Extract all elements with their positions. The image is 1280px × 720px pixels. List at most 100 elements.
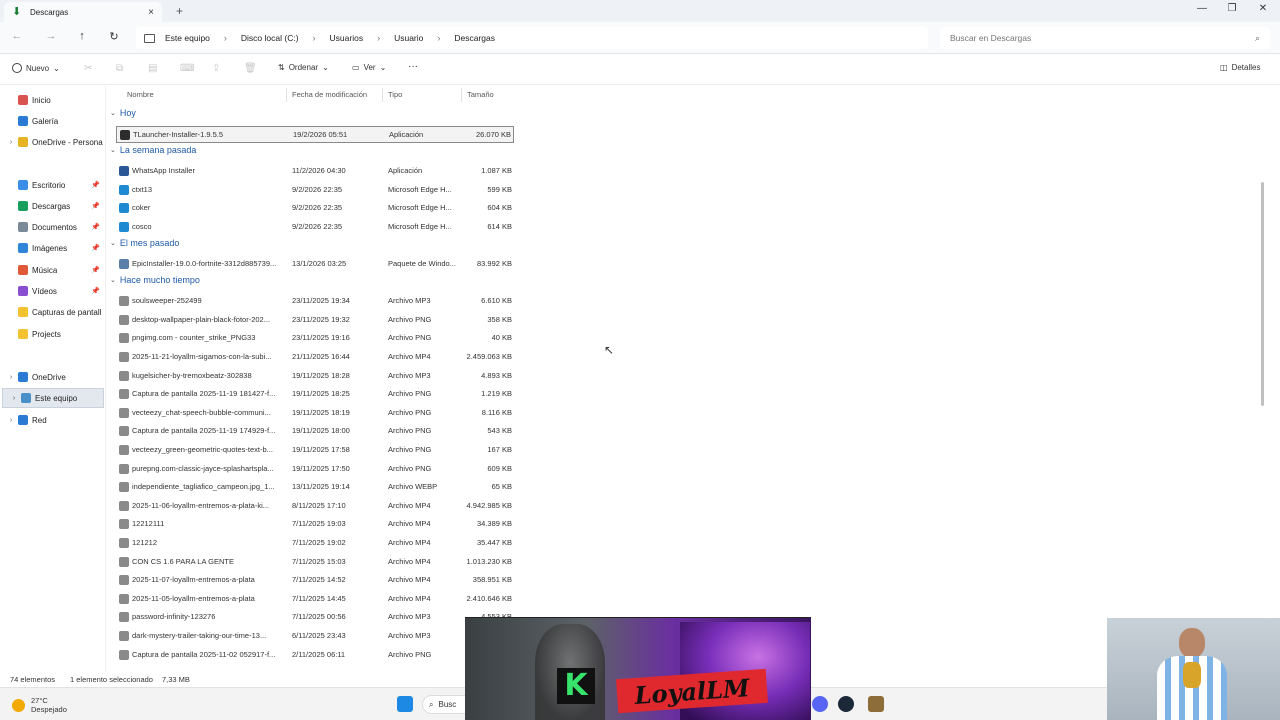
column-header-date[interactable]: Fecha de modificación — [292, 90, 367, 99]
file-row[interactable]: EpicInstaller-19.0.0-fortnite-3312d88573… — [116, 256, 514, 273]
column-header-size[interactable]: Tamaño — [467, 90, 494, 99]
breadcrumb[interactable]: Este equipo › Disco local (C:) › Usuario… — [136, 27, 928, 49]
search-icon[interactable]: ⌕ — [1255, 33, 1260, 44]
sidebar-item-videos[interactable]: Vídeos 📌 — [0, 281, 106, 301]
chevron-down-icon[interactable]: ⌄ — [110, 239, 116, 247]
file-row[interactable]: 2025-11-06-loyallm-entremos-a-plata-ki..… — [116, 498, 514, 515]
breadcrumb-item[interactable]: Este equipo — [165, 33, 210, 43]
forward-button[interactable]: → — [44, 30, 58, 42]
copy-icon[interactable]: ⧉ — [116, 63, 123, 74]
column-divider[interactable] — [382, 88, 383, 102]
column-header-name[interactable]: Nombre — [127, 90, 154, 99]
file-row[interactable]: Captura de pantalla 2025-11-19 181427-f.… — [116, 386, 514, 403]
sidebar-item-red[interactable]: › Red — [0, 410, 106, 430]
file-row[interactable]: desktop-wallpaper-plain-black-fotor-202.… — [116, 312, 514, 329]
back-button[interactable]: ← — [10, 30, 24, 42]
sidebar-item-onedrive-personal[interactable]: › OneDrive - Persona — [0, 132, 106, 152]
details-button[interactable]: ◫ Detalles — [1220, 63, 1260, 72]
file-row[interactable]: kugelsicher-by-tremoxbeatz-302838 19/11/2… — [116, 368, 514, 385]
file-row[interactable]: pngimg.com - counter_strike_PNG33 23/11/2… — [116, 330, 514, 347]
chevron-down-icon[interactable]: ⌄ — [110, 146, 116, 154]
chevron-right-icon[interactable]: › — [6, 374, 16, 381]
sidebar-item-capturas[interactable]: Capturas de pantall — [0, 302, 106, 322]
chevron-right-icon[interactable]: › — [6, 139, 16, 146]
pin-icon[interactable]: 📌 — [91, 181, 100, 189]
group-header[interactable]: ⌄ Hace mucho tiempo — [110, 275, 200, 285]
file-row[interactable]: ctxt13 9/2/2026 22:35 Microsoft Edge H... 5… — [116, 182, 514, 199]
file-row[interactable]: 2025-11-05-loyallm-entremos-a-plata 7/11/… — [116, 591, 514, 608]
group-header[interactable]: ⌄ El mes pasado — [110, 238, 179, 248]
minimize-button[interactable]: — — [1194, 3, 1210, 14]
file-row[interactable]: vecteezy_green-geometric-quotes-text-b..… — [116, 442, 514, 459]
file-row[interactable]: password-infinity-123276 7/11/2025 00:56 A… — [116, 609, 514, 626]
chevron-down-icon[interactable]: ⌄ — [110, 109, 116, 117]
tab-close-icon[interactable]: × — [148, 7, 154, 18]
search-box[interactable]: ⌕ — [940, 27, 1270, 49]
steam-icon[interactable] — [838, 696, 854, 712]
file-row[interactable]: coker 9/2/2026 22:35 Microsoft Edge H... 60… — [116, 200, 514, 217]
vertical-scrollbar[interactable] — [1261, 182, 1264, 406]
chevron-right-icon[interactable]: › — [9, 395, 19, 402]
column-divider[interactable] — [286, 88, 287, 102]
sidebar-item-este-equipo[interactable]: › Este equipo — [2, 388, 104, 408]
chevron-right-icon[interactable]: › — [6, 417, 16, 424]
pin-icon[interactable]: 📌 — [91, 244, 100, 252]
share-icon[interactable]: ⇪ — [212, 63, 220, 74]
breadcrumb-separator[interactable]: › — [224, 33, 227, 43]
view-button[interactable]: ▭ Ver ⌄ — [352, 63, 386, 72]
group-header[interactable]: ⌄ Hoy — [110, 108, 136, 118]
chevron-down-icon[interactable]: ⌄ — [110, 276, 116, 284]
more-options-button[interactable]: ··· — [408, 61, 418, 72]
cut-icon[interactable]: ✂ — [84, 63, 92, 74]
file-row[interactable]: cosco 9/2/2026 22:35 Microsoft Edge H... 61… — [116, 219, 514, 236]
file-row[interactable]: 2025-11-07-loyallm-entremos-a-plata 7/11/… — [116, 572, 514, 589]
sidebar-item-galeria[interactable]: Galería — [0, 111, 106, 131]
breadcrumb-separator[interactable]: › — [377, 33, 380, 43]
close-window-button[interactable]: ✕ — [1255, 3, 1271, 14]
sidebar-item-escritorio[interactable]: Escritorio 📌 — [0, 175, 106, 195]
file-row[interactable]: purepng.com-classic-jayce-splashartspla.… — [116, 461, 514, 478]
sidebar-item-projects[interactable]: Projects — [0, 324, 106, 344]
column-divider[interactable] — [461, 88, 462, 102]
pin-icon[interactable]: 📌 — [91, 223, 100, 231]
file-row[interactable]: 121212 7/11/2025 19:02 Archivo MP4 35.447 K… — [116, 535, 514, 552]
sidebar-item-onedrive[interactable]: › OneDrive — [0, 367, 106, 387]
search-input[interactable] — [950, 33, 1255, 43]
new-button[interactable]: Nuevo ⌄ — [12, 63, 60, 73]
new-tab-button[interactable]: + — [176, 4, 183, 18]
up-button[interactable]: ↑ — [75, 30, 89, 42]
sidebar-item-documentos[interactable]: Documentos 📌 — [0, 217, 106, 237]
pin-icon[interactable]: 📌 — [91, 287, 100, 295]
maximize-button[interactable]: ❐ — [1224, 3, 1240, 14]
file-row[interactable]: Captura de pantalla 2025-11-02 052917-f.… — [116, 647, 514, 664]
file-row[interactable]: independiente_tagliafico_campeon.jpg_1..… — [116, 479, 514, 496]
sidebar-item-inicio[interactable]: Inicio — [0, 90, 106, 110]
delete-icon[interactable]: 🗑 — [244, 63, 257, 74]
sort-button[interactable]: ⇅ Ordenar ⌄ — [278, 63, 329, 72]
breadcrumb-separator[interactable]: › — [437, 33, 440, 43]
column-header-type[interactable]: Tipo — [388, 90, 402, 99]
file-row[interactable]: soulsweeper-252499 23/11/2025 19:34 Archiv… — [116, 293, 514, 310]
weather-widget[interactable]: 27°C Despejado — [12, 696, 67, 714]
pin-icon[interactable]: 📌 — [91, 266, 100, 274]
breadcrumb-item[interactable]: Disco local (C:) — [241, 33, 299, 43]
refresh-button[interactable]: ↻ — [107, 30, 121, 43]
rename-icon[interactable]: ⌨ — [180, 63, 194, 74]
breadcrumb-item[interactable]: Usuario — [394, 33, 423, 43]
windows-start-icon[interactable] — [397, 696, 413, 712]
file-row[interactable]: TLauncher-Installer-1.9.5.5 19/2/2026 05:… — [116, 126, 514, 143]
file-row[interactable]: Captura de pantalla 2025-11-19 174929-f.… — [116, 423, 514, 440]
breadcrumb-item[interactable]: Usuarios — [330, 33, 364, 43]
file-row[interactable]: CON CS 1.6 PARA LA GENTE 7/11/2025 15:03 A… — [116, 554, 514, 571]
pin-icon[interactable]: 📌 — [91, 202, 100, 210]
group-header[interactable]: ⌄ La semana pasada — [110, 145, 196, 155]
sidebar-item-descargas[interactable]: Descargas 📌 — [0, 196, 106, 216]
breadcrumb-item[interactable]: Descargas — [454, 33, 495, 43]
file-row[interactable]: dark-mystery-trailer-taking-our-time-13.… — [116, 628, 514, 645]
file-row[interactable]: WhatsApp Installer 11/2/2026 04:30 Aplicac… — [116, 163, 514, 180]
paste-icon[interactable]: ▤ — [148, 63, 157, 74]
discord-icon[interactable] — [812, 696, 828, 712]
sidebar-item-musica[interactable]: Música 📌 — [0, 260, 106, 280]
breadcrumb-separator[interactable]: › — [313, 33, 316, 43]
file-row[interactable]: 12212111 7/11/2025 19:03 Archivo MP4 34.389… — [116, 516, 514, 533]
